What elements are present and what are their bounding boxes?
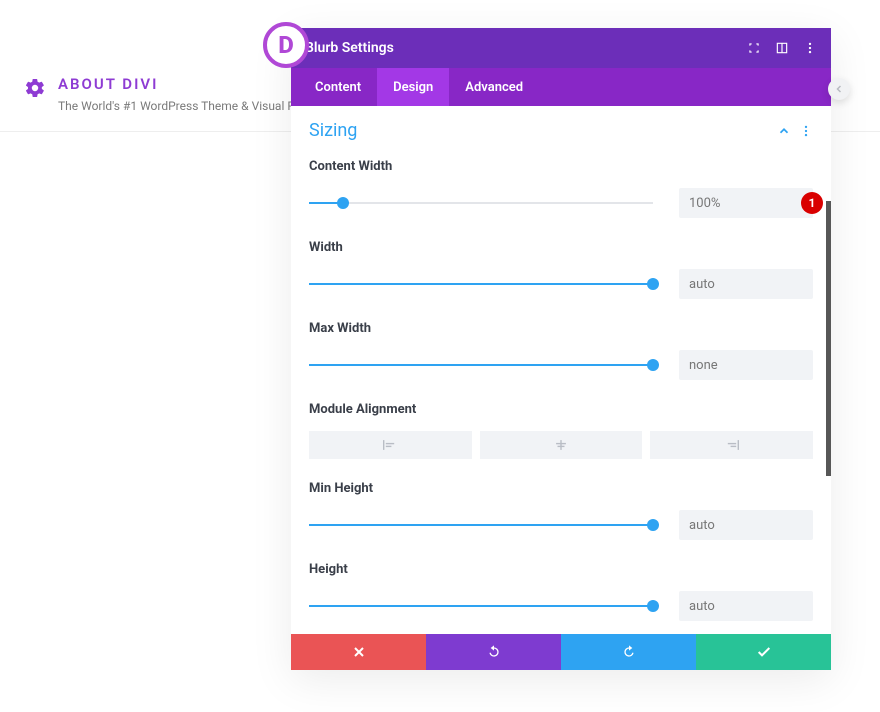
field-max-width: Max Width none bbox=[309, 321, 813, 380]
height-input[interactable]: auto bbox=[679, 591, 813, 621]
tabs: Content Design Advanced bbox=[291, 68, 831, 106]
tab-content[interactable]: Content bbox=[299, 68, 377, 106]
field-width: Width auto bbox=[309, 240, 813, 299]
section-sizing-title: Sizing bbox=[309, 120, 357, 141]
max-width-label: Max Width bbox=[309, 321, 813, 336]
align-right-button[interactable] bbox=[650, 431, 813, 459]
modal-body: Sizing Content Width 100% 1 bbox=[291, 106, 831, 634]
scrollbar[interactable] bbox=[826, 201, 831, 476]
chevron-up-icon[interactable] bbox=[777, 124, 791, 138]
field-min-height: Min Height auto bbox=[309, 481, 813, 540]
content-width-label: Content Width bbox=[309, 159, 813, 174]
width-slider[interactable] bbox=[309, 283, 653, 285]
annotation-badge-1: 1 bbox=[801, 192, 823, 214]
modal-title: Blurb Settings bbox=[305, 40, 394, 56]
tab-advanced[interactable]: Advanced bbox=[449, 68, 539, 106]
width-input[interactable]: auto bbox=[679, 269, 813, 299]
field-module-alignment: Module Alignment bbox=[309, 402, 813, 459]
modal-header: Blurb Settings bbox=[291, 28, 831, 68]
divi-logo-icon: D bbox=[263, 22, 309, 68]
min-height-slider[interactable] bbox=[309, 524, 653, 526]
snap-icon[interactable] bbox=[747, 41, 761, 55]
align-center-button[interactable] bbox=[480, 431, 643, 459]
align-left-button[interactable] bbox=[309, 431, 472, 459]
more-icon[interactable] bbox=[799, 124, 813, 138]
more-icon[interactable] bbox=[803, 41, 817, 55]
section-sizing-header[interactable]: Sizing bbox=[309, 120, 813, 141]
collapse-side-button[interactable] bbox=[828, 78, 850, 100]
gear-icon bbox=[24, 77, 46, 99]
height-label: Height bbox=[309, 562, 813, 577]
min-height-input[interactable]: auto bbox=[679, 510, 813, 540]
undo-button[interactable] bbox=[426, 634, 561, 670]
height-slider[interactable] bbox=[309, 605, 653, 607]
layout-icon[interactable] bbox=[775, 41, 789, 55]
modal-footer bbox=[291, 634, 831, 670]
width-label: Width bbox=[309, 240, 813, 255]
save-button[interactable] bbox=[696, 634, 831, 670]
content-width-input[interactable]: 100% 1 bbox=[679, 188, 813, 218]
redo-button[interactable] bbox=[561, 634, 696, 670]
field-height: Height auto bbox=[309, 562, 813, 621]
tab-design[interactable]: Design bbox=[377, 68, 449, 106]
cancel-button[interactable] bbox=[291, 634, 426, 670]
max-width-slider[interactable] bbox=[309, 364, 653, 366]
max-width-input[interactable]: none bbox=[679, 350, 813, 380]
settings-modal: Blurb Settings Content Design Advanced S… bbox=[291, 28, 831, 670]
content-width-slider[interactable] bbox=[309, 202, 653, 204]
min-height-label: Min Height bbox=[309, 481, 813, 496]
field-content-width: Content Width 100% 1 bbox=[309, 159, 813, 218]
module-alignment-label: Module Alignment bbox=[309, 402, 813, 417]
